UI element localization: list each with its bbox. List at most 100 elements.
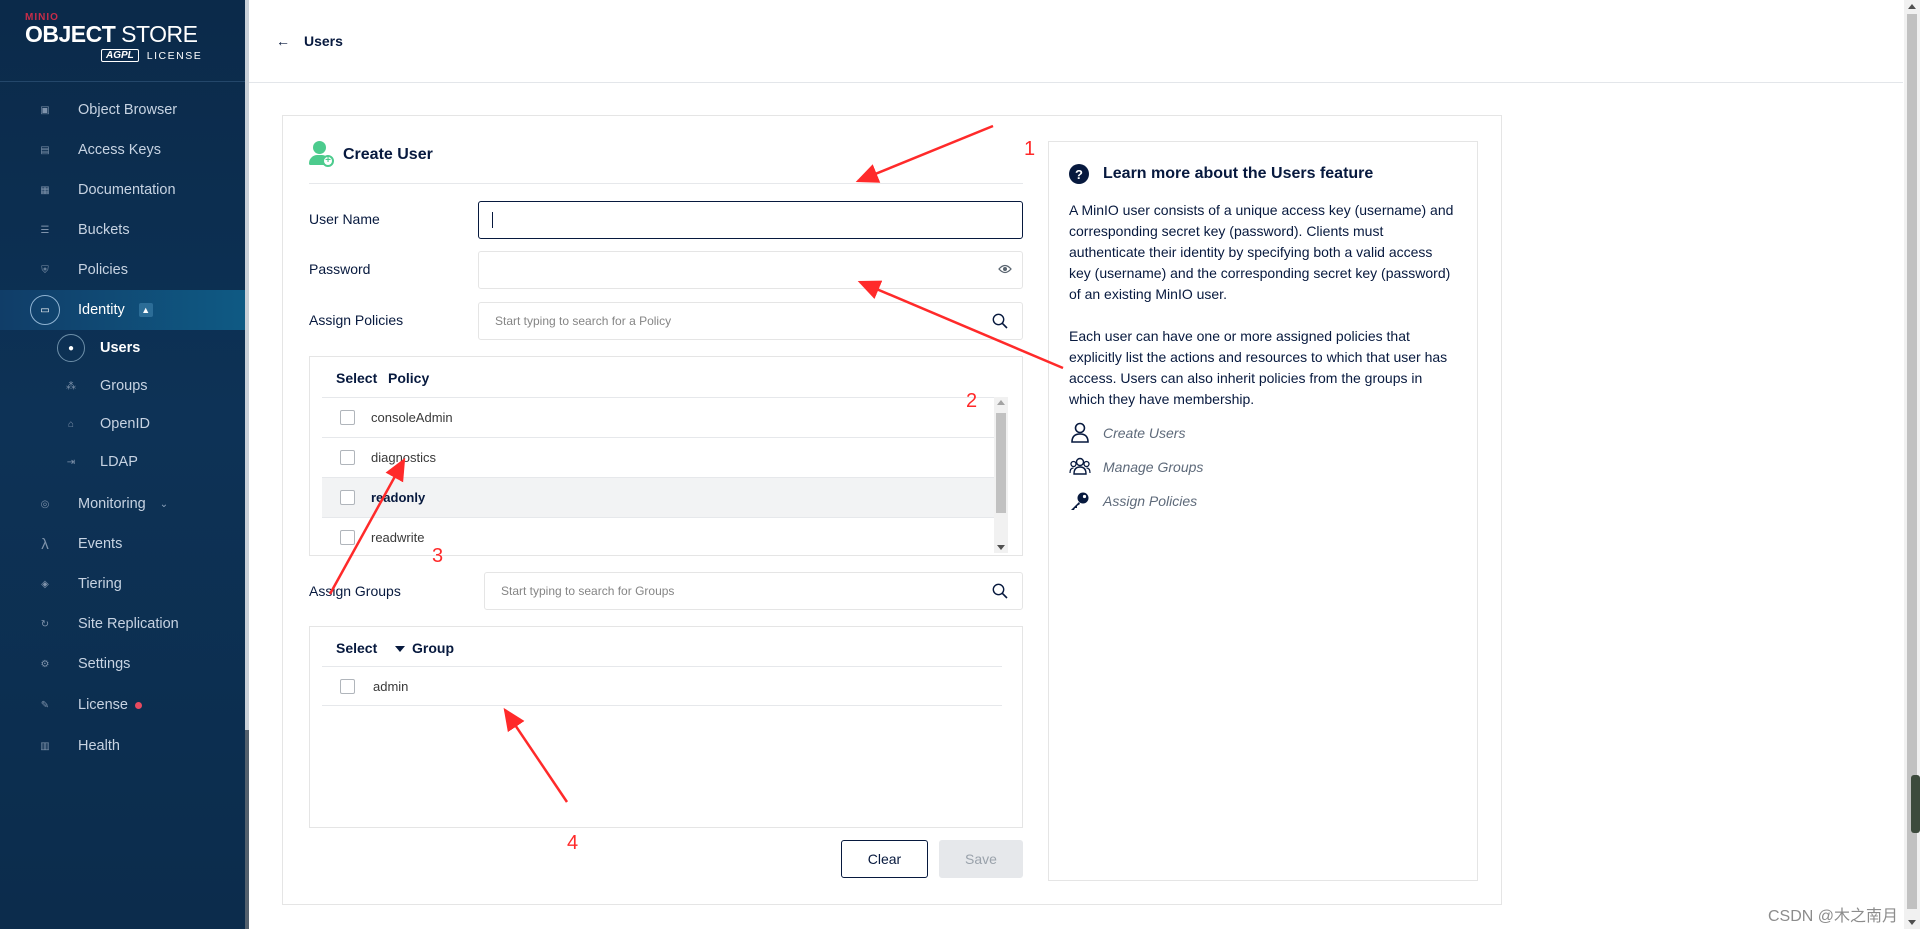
assign-policies-label: Assign Policies xyxy=(309,312,404,328)
table-header: Select Policy xyxy=(310,357,1022,397)
table-row[interactable]: readwrite xyxy=(322,517,1002,555)
sidebar-item-monitoring[interactable]: ◎ Monitoring ⌄ xyxy=(0,484,245,524)
documentation-icon: ▦ xyxy=(40,184,50,196)
sidebar-scrollbar-thumb[interactable] xyxy=(245,730,249,929)
row-checkbox[interactable] xyxy=(340,679,355,694)
group-name: admin xyxy=(373,679,409,694)
scroll-down-arrow[interactable] xyxy=(997,545,1005,550)
side-widget[interactable] xyxy=(1911,775,1920,833)
sidebar-item-object-browser[interactable]: ▣ Object Browser xyxy=(0,90,245,130)
help-paragraph-1: A MinIO user consists of a unique access… xyxy=(1069,202,1454,302)
sidebar-item-groups[interactable]: ⁂ Groups xyxy=(0,366,245,406)
eye-icon[interactable] xyxy=(998,264,1012,274)
scroll-down-arrow[interactable] xyxy=(1908,920,1916,925)
table-row[interactable]: consoleAdmin xyxy=(322,397,1002,437)
sidebar-item-license[interactable]: ✎ License xyxy=(0,685,245,725)
sidebar-item-site-replication[interactable]: ↻ Site Replication xyxy=(0,604,245,644)
sidebar-item-documentation[interactable]: ▦ Documentation xyxy=(0,170,245,210)
sidebar-item-access-keys[interactable]: ▤ Access Keys xyxy=(0,130,245,170)
object-browser-icon: ▣ xyxy=(40,104,50,116)
help-box: ? Learn more about the Users feature A M… xyxy=(1048,141,1478,881)
clear-button[interactable]: Clear xyxy=(841,840,928,878)
scrollbar-thumb[interactable] xyxy=(996,413,1006,513)
sidebar-item-ldap[interactable]: ⇥ LDAP xyxy=(0,442,245,482)
password-field[interactable] xyxy=(478,251,1023,289)
sidebar-item-health[interactable]: ▥ Health xyxy=(0,726,245,766)
user-add-icon: + xyxy=(309,141,334,169)
policy-name: readonly xyxy=(371,490,426,505)
key-icon xyxy=(1071,492,1089,510)
policy-name: consoleAdmin xyxy=(371,410,453,425)
create-user-panel: + Create User User Name Password Assign … xyxy=(282,115,1502,905)
row-checkbox[interactable] xyxy=(340,490,355,505)
column-header-select[interactable]: Select xyxy=(336,370,377,386)
sidebar-item-label: Monitoring xyxy=(78,496,146,512)
column-header-policy[interactable]: Policy xyxy=(388,370,429,386)
groups-icon: ⁂ xyxy=(66,380,76,392)
sidebar-item-tiering[interactable]: ◈ Tiering xyxy=(0,564,245,604)
help-title-text: Learn more about the Users feature xyxy=(1103,165,1374,182)
sidebar-item-label: Settings xyxy=(78,656,131,672)
chevron-up-icon[interactable]: ▲ xyxy=(138,303,153,317)
sidebar-item-users[interactable]: ● Users xyxy=(0,328,245,368)
notification-dot xyxy=(134,701,142,709)
policy-search-placeholder: Start typing to search for a Policy xyxy=(495,314,672,328)
search-icon[interactable] xyxy=(992,583,1008,599)
row-checkbox[interactable] xyxy=(340,450,355,465)
sidebar-item-label: Health xyxy=(78,738,120,754)
scroll-up-arrow[interactable] xyxy=(1908,4,1916,9)
brand-logo[interactable]: MINIO OBJECT STORE AGPL LICENSE xyxy=(0,0,245,82)
table-row[interactable]: admin xyxy=(322,666,1002,706)
help-link-assign-policies[interactable]: Assign Policies xyxy=(1069,490,1457,512)
monitoring-icon: ◎ xyxy=(40,498,50,510)
brand-title-bold: OBJECT xyxy=(25,21,116,47)
user-outline-icon xyxy=(1071,422,1089,443)
table-row[interactable]: readonly xyxy=(322,477,1002,517)
search-icon[interactable] xyxy=(992,313,1008,329)
back-link[interactable]: ← Users xyxy=(276,33,343,49)
identity-icon: ▭ xyxy=(30,295,60,325)
sidebar-item-openid[interactable]: ⌂ OpenID xyxy=(0,404,245,444)
sidebar-item-label: Access Keys xyxy=(78,142,161,158)
sidebar-item-buckets[interactable]: ☰ Buckets xyxy=(0,210,245,250)
sidebar-item-label: Groups xyxy=(100,378,148,394)
form-title-text: Create User xyxy=(343,146,433,163)
help-link-manage-groups[interactable]: Manage Groups xyxy=(1069,456,1457,478)
assign-groups-label: Assign Groups xyxy=(309,583,401,599)
annotation-number-1: 1 xyxy=(1024,138,1036,160)
help-title: ? Learn more about the Users feature xyxy=(1069,164,1457,184)
username-field[interactable] xyxy=(478,201,1023,239)
row-checkbox[interactable] xyxy=(340,530,355,545)
sort-down-icon[interactable] xyxy=(395,646,405,652)
sidebar-item-identity[interactable]: ▭ Identity ▲ xyxy=(0,290,245,330)
watermark: CSDN @木之南月 xyxy=(1768,908,1899,925)
scroll-up-arrow[interactable] xyxy=(997,400,1005,405)
sidebar-scrollbar[interactable] xyxy=(245,0,249,929)
policy-table-scrollbar[interactable] xyxy=(994,397,1008,553)
group-search-input[interactable]: Start typing to search for Groups xyxy=(484,572,1023,610)
policy-search-input[interactable]: Start typing to search for a Policy xyxy=(478,302,1023,340)
save-button[interactable]: Save xyxy=(939,840,1023,878)
column-header-select[interactable]: Select xyxy=(336,640,377,656)
table-row[interactable]: diagnostics xyxy=(322,437,1002,477)
question-icon: ? xyxy=(1069,164,1089,184)
sidebar-item-label: LDAP xyxy=(100,454,138,470)
page-scrollbar[interactable] xyxy=(1904,0,1920,929)
brand-title-light: STORE xyxy=(115,21,198,47)
buckets-icon: ☰ xyxy=(40,224,50,236)
sidebar-item-policies[interactable]: ⛨ Policies xyxy=(0,250,245,290)
sidebar-item-settings[interactable]: ⚙ Settings xyxy=(0,644,245,684)
sidebar-item-label: Site Replication xyxy=(78,616,179,632)
row-checkbox[interactable] xyxy=(340,410,355,425)
sidebar-item-events[interactable]: λ Events xyxy=(0,524,245,564)
license-text: LICENSE xyxy=(146,49,203,62)
policy-name: diagnostics xyxy=(371,450,437,465)
column-header-group[interactable]: Group xyxy=(412,640,454,656)
brand-sub: AGPL LICENSE xyxy=(101,49,245,62)
gear-icon: ⚙ xyxy=(40,658,50,670)
page-header: ← Users xyxy=(249,0,1903,83)
license-icon: ✎ xyxy=(40,699,50,711)
help-link-create-users[interactable]: Create Users xyxy=(1069,422,1457,444)
chevron-down-icon[interactable]: ⌄ xyxy=(160,499,168,510)
annotation-number-4: 4 xyxy=(567,832,579,854)
